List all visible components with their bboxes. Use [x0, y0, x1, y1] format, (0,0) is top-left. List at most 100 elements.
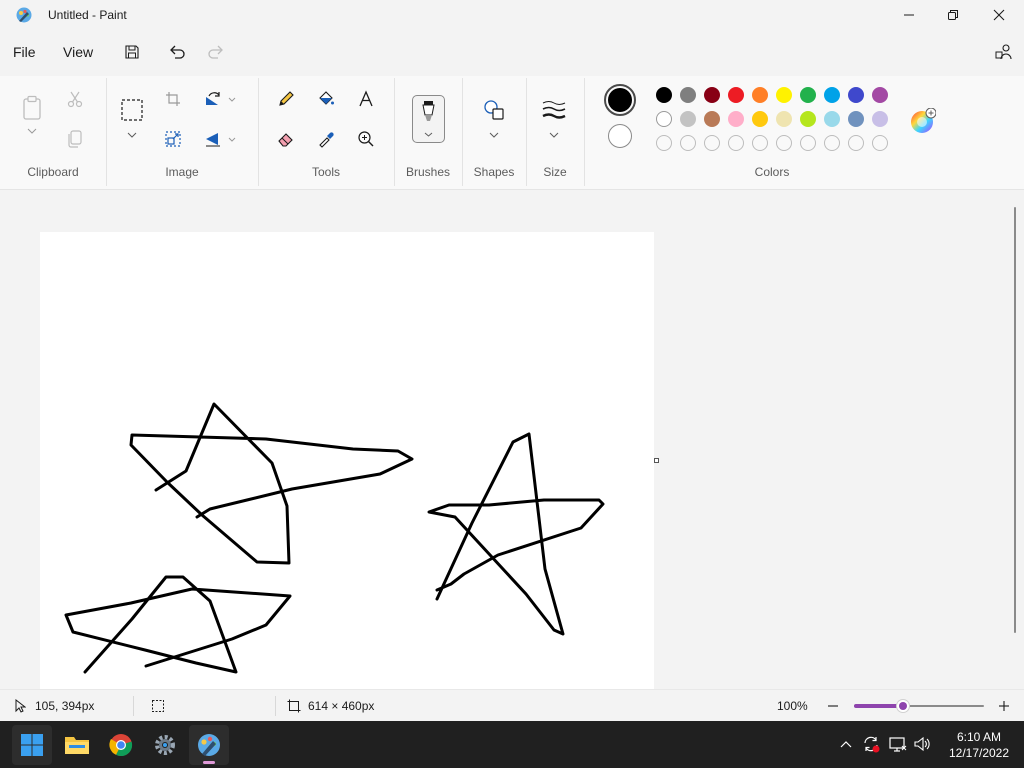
- color-swatch[interactable]: [824, 87, 840, 103]
- resize-button[interactable]: [159, 125, 187, 153]
- color-swatch[interactable]: [872, 111, 888, 127]
- zoom-out-button[interactable]: [826, 699, 840, 713]
- chrome-icon: [109, 734, 133, 757]
- vertical-scrollbar[interactable]: [1014, 207, 1016, 633]
- color-swatch[interactable]: [800, 111, 816, 127]
- pencil-tool[interactable]: [272, 85, 300, 113]
- clipboard-group-label: Clipboard: [27, 165, 79, 179]
- custom-color-slot[interactable]: [728, 135, 744, 151]
- network-button[interactable]: [888, 734, 908, 754]
- color-swatch[interactable]: [728, 87, 744, 103]
- shapes-dropdown[interactable]: [480, 126, 508, 144]
- zoom-slider-fill: [854, 704, 903, 708]
- cut-button[interactable]: [61, 85, 89, 113]
- color-swatch[interactable]: [872, 87, 888, 103]
- paint-taskbar-button[interactable]: [189, 725, 229, 765]
- paste-dropdown[interactable]: [18, 122, 46, 140]
- share-button[interactable]: [993, 41, 1015, 63]
- custom-color-slot[interactable]: [752, 135, 768, 151]
- custom-color-slot[interactable]: [656, 135, 672, 151]
- menu-bar: File View: [0, 34, 1024, 70]
- eraser-tool[interactable]: [272, 125, 300, 153]
- flip-button[interactable]: [199, 125, 227, 153]
- custom-color-slot[interactable]: [824, 135, 840, 151]
- restore-button[interactable]: [930, 0, 976, 30]
- color-swatch[interactable]: [656, 87, 672, 103]
- color-swatch[interactable]: [752, 111, 768, 127]
- drawing-canvas[interactable]: [40, 232, 654, 689]
- color-swatch[interactable]: [656, 111, 672, 127]
- file-explorer-button[interactable]: [57, 725, 97, 765]
- custom-color-slot[interactable]: [800, 135, 816, 151]
- color-swatch[interactable]: [848, 111, 864, 127]
- minimize-button[interactable]: [886, 0, 932, 30]
- primary-color[interactable]: [604, 84, 636, 116]
- settings-button[interactable]: [145, 725, 185, 765]
- color-swatch[interactable]: [728, 111, 744, 127]
- select-button[interactable]: [118, 96, 146, 124]
- custom-color-slot[interactable]: [872, 135, 888, 151]
- view-menu[interactable]: View: [63, 42, 93, 62]
- size-button[interactable]: [540, 96, 568, 124]
- rotate-button[interactable]: [199, 85, 227, 113]
- color-picker-tool[interactable]: [312, 125, 340, 153]
- star-stroke-3: [64, 575, 292, 674]
- close-icon: [993, 9, 1005, 21]
- copy-button[interactable]: [61, 125, 89, 153]
- crop-button[interactable]: [159, 85, 187, 113]
- save-button[interactable]: [121, 41, 143, 63]
- zoom-level[interactable]: 100%: [777, 699, 808, 713]
- undo-icon: [170, 45, 185, 59]
- size-dropdown[interactable]: [540, 126, 568, 144]
- show-hidden-icons-button[interactable]: [836, 734, 856, 754]
- custom-color-slot[interactable]: [848, 135, 864, 151]
- sync-status-button[interactable]: [861, 734, 881, 754]
- color-swatch[interactable]: [776, 87, 792, 103]
- color-swatch[interactable]: [848, 87, 864, 103]
- system-clock[interactable]: 6:10 AM 12/17/2022: [940, 729, 1018, 761]
- clock-time: 6:10 AM: [956, 730, 1002, 744]
- paste-button[interactable]: [18, 94, 46, 122]
- color-swatch[interactable]: [704, 111, 720, 127]
- secondary-color[interactable]: [608, 124, 632, 148]
- brushes-button[interactable]: [412, 95, 445, 143]
- rotate-icon: [206, 92, 220, 105]
- undo-button[interactable]: [166, 41, 188, 63]
- start-button[interactable]: [12, 725, 52, 765]
- color-swatch[interactable]: [680, 87, 696, 103]
- fill-tool[interactable]: [312, 85, 340, 113]
- custom-color-slot[interactable]: [704, 135, 720, 151]
- colors-group-label: Colors: [754, 165, 790, 179]
- color-swatch[interactable]: [800, 87, 816, 103]
- text-tool[interactable]: [352, 85, 380, 113]
- paint-icon: [198, 734, 220, 756]
- color-swatch[interactable]: [824, 111, 840, 127]
- chevron-down-icon: [489, 132, 499, 138]
- color-palette: [0, 76, 1, 77]
- color-swatch[interactable]: [680, 111, 696, 127]
- select-dropdown[interactable]: [118, 126, 146, 144]
- custom-color-slot[interactable]: [680, 135, 696, 151]
- close-button[interactable]: [976, 0, 1022, 30]
- redo-button[interactable]: [205, 41, 227, 63]
- rotate-dropdown[interactable]: [224, 85, 240, 113]
- window-title: Untitled - Paint: [48, 8, 127, 22]
- sync-icon: [864, 736, 880, 753]
- custom-color-slot[interactable]: [776, 135, 792, 151]
- canvas-resize-handle[interactable]: [654, 458, 659, 463]
- color-swatch[interactable]: [704, 87, 720, 103]
- taskbar: 6:10 AM 12/17/2022: [0, 721, 1024, 768]
- zoom-slider-thumb[interactable]: [897, 700, 909, 712]
- file-menu[interactable]: File: [13, 42, 36, 62]
- edit-colors-button[interactable]: [910, 107, 937, 134]
- volume-button[interactable]: [913, 734, 933, 754]
- shapes-button[interactable]: [480, 96, 508, 124]
- chrome-button[interactable]: [101, 725, 141, 765]
- zoom-in-button[interactable]: [997, 699, 1011, 713]
- flip-dropdown[interactable]: [224, 125, 240, 153]
- zoom-slider[interactable]: [854, 700, 984, 712]
- color-swatch[interactable]: [776, 111, 792, 127]
- magnifier-tool[interactable]: [352, 125, 380, 153]
- canvas-workspace: [0, 191, 1024, 689]
- color-swatch[interactable]: [752, 87, 768, 103]
